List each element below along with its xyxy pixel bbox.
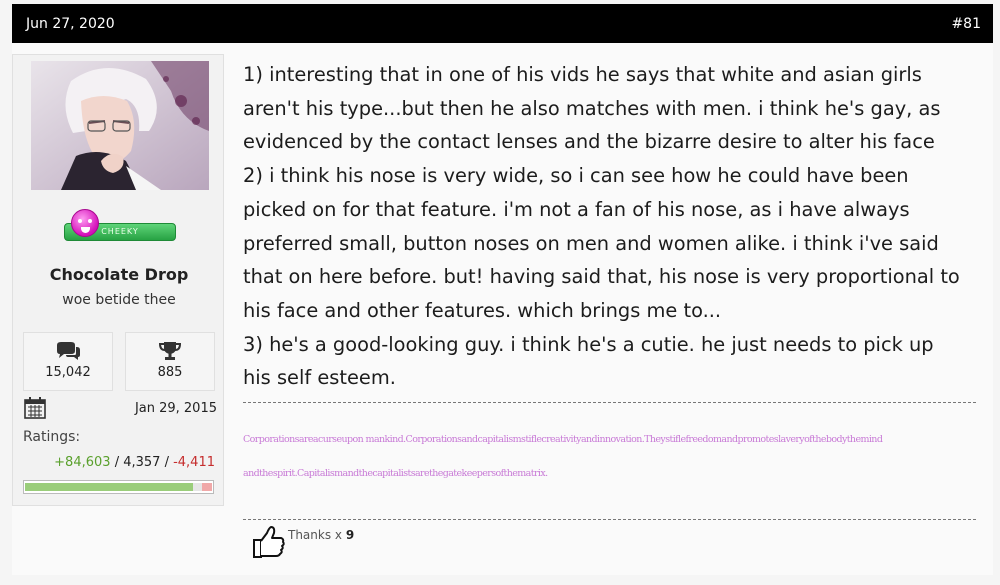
signature-line: Corporationsareacurseupon mankind.Corpor… [243, 434, 883, 445]
thanks-divider [243, 519, 976, 520]
post-header: Jun 27, 2020 #81 [12, 4, 993, 43]
ratings-label: Ratings: [23, 429, 81, 445]
thanks-count: 9 [345, 528, 355, 542]
calendar-icon [24, 397, 46, 423]
rating-bar [23, 480, 214, 494]
rating-bar-neutral [193, 483, 202, 491]
trophies-count: 885 [157, 365, 183, 380]
user-title: woe betide thee [62, 292, 176, 308]
ratings-neutral: 4,357 [123, 455, 161, 470]
message-line: preferred small, button noses on men and… [243, 231, 939, 255]
message-line: aren't his type...but then he also match… [243, 96, 941, 120]
message-line: 3) he's a good-looking guy. i think he's… [243, 332, 934, 356]
comments-icon [24, 341, 112, 361]
signature-line: andthespirit.Capitalismandthecapitalists… [243, 468, 548, 479]
message-line: his face and other features. which bring… [243, 298, 722, 322]
thumbs-up-icon[interactable] [252, 525, 286, 563]
avatar-image [31, 61, 209, 190]
post-message: 1) interesting that in one of his vids h… [243, 58, 983, 395]
joined-date: Jan 29, 2015 [134, 401, 217, 416]
user-panel: CHEEKY Chocolate Drop woe betide thee 15… [12, 54, 224, 506]
signature-divider [243, 402, 976, 403]
rating-bar-positive [25, 483, 193, 491]
rating-bar-negative [202, 483, 212, 491]
message-line: his self esteem. [243, 366, 396, 390]
trophies-stat[interactable]: 885 [125, 332, 215, 391]
ratings-negative: -4,411 [173, 455, 215, 470]
messages-stat: 15,042 [23, 332, 113, 391]
post-number-link[interactable]: #81 [951, 16, 981, 32]
user-signature: Corporationsareacurseupon mankind.Corpor… [243, 423, 973, 491]
message-line: that on here before. but! having said th… [243, 265, 960, 289]
cheeky-face-icon [71, 209, 99, 237]
message-line: 2) i think his nose is very wide, so i c… [243, 164, 909, 188]
message-line: evidenced by the contact lenses and the … [243, 130, 935, 154]
ratings-values: +84,603 / 4,357 / -4,411 [54, 455, 215, 470]
messages-count: 15,042 [45, 365, 91, 380]
user-avatar[interactable] [31, 61, 209, 190]
ratings-positive: +84,603 [54, 455, 111, 470]
post-date-link[interactable]: Jun 27, 2020 [26, 16, 115, 32]
message-line: 1) interesting that in one of his vids h… [243, 63, 922, 86]
trophy-icon [126, 341, 214, 361]
joined-row: Jan 29, 2015 [23, 397, 217, 419]
message-line: picked on for that feature. i'm not a fa… [243, 197, 910, 221]
user-rank-badge: CHEEKY [64, 209, 176, 243]
thanks-text[interactable]: Thanks x 9 [288, 528, 354, 542]
thanks-label: Thanks x [288, 528, 343, 542]
username[interactable]: Chocolate Drop [13, 265, 225, 284]
